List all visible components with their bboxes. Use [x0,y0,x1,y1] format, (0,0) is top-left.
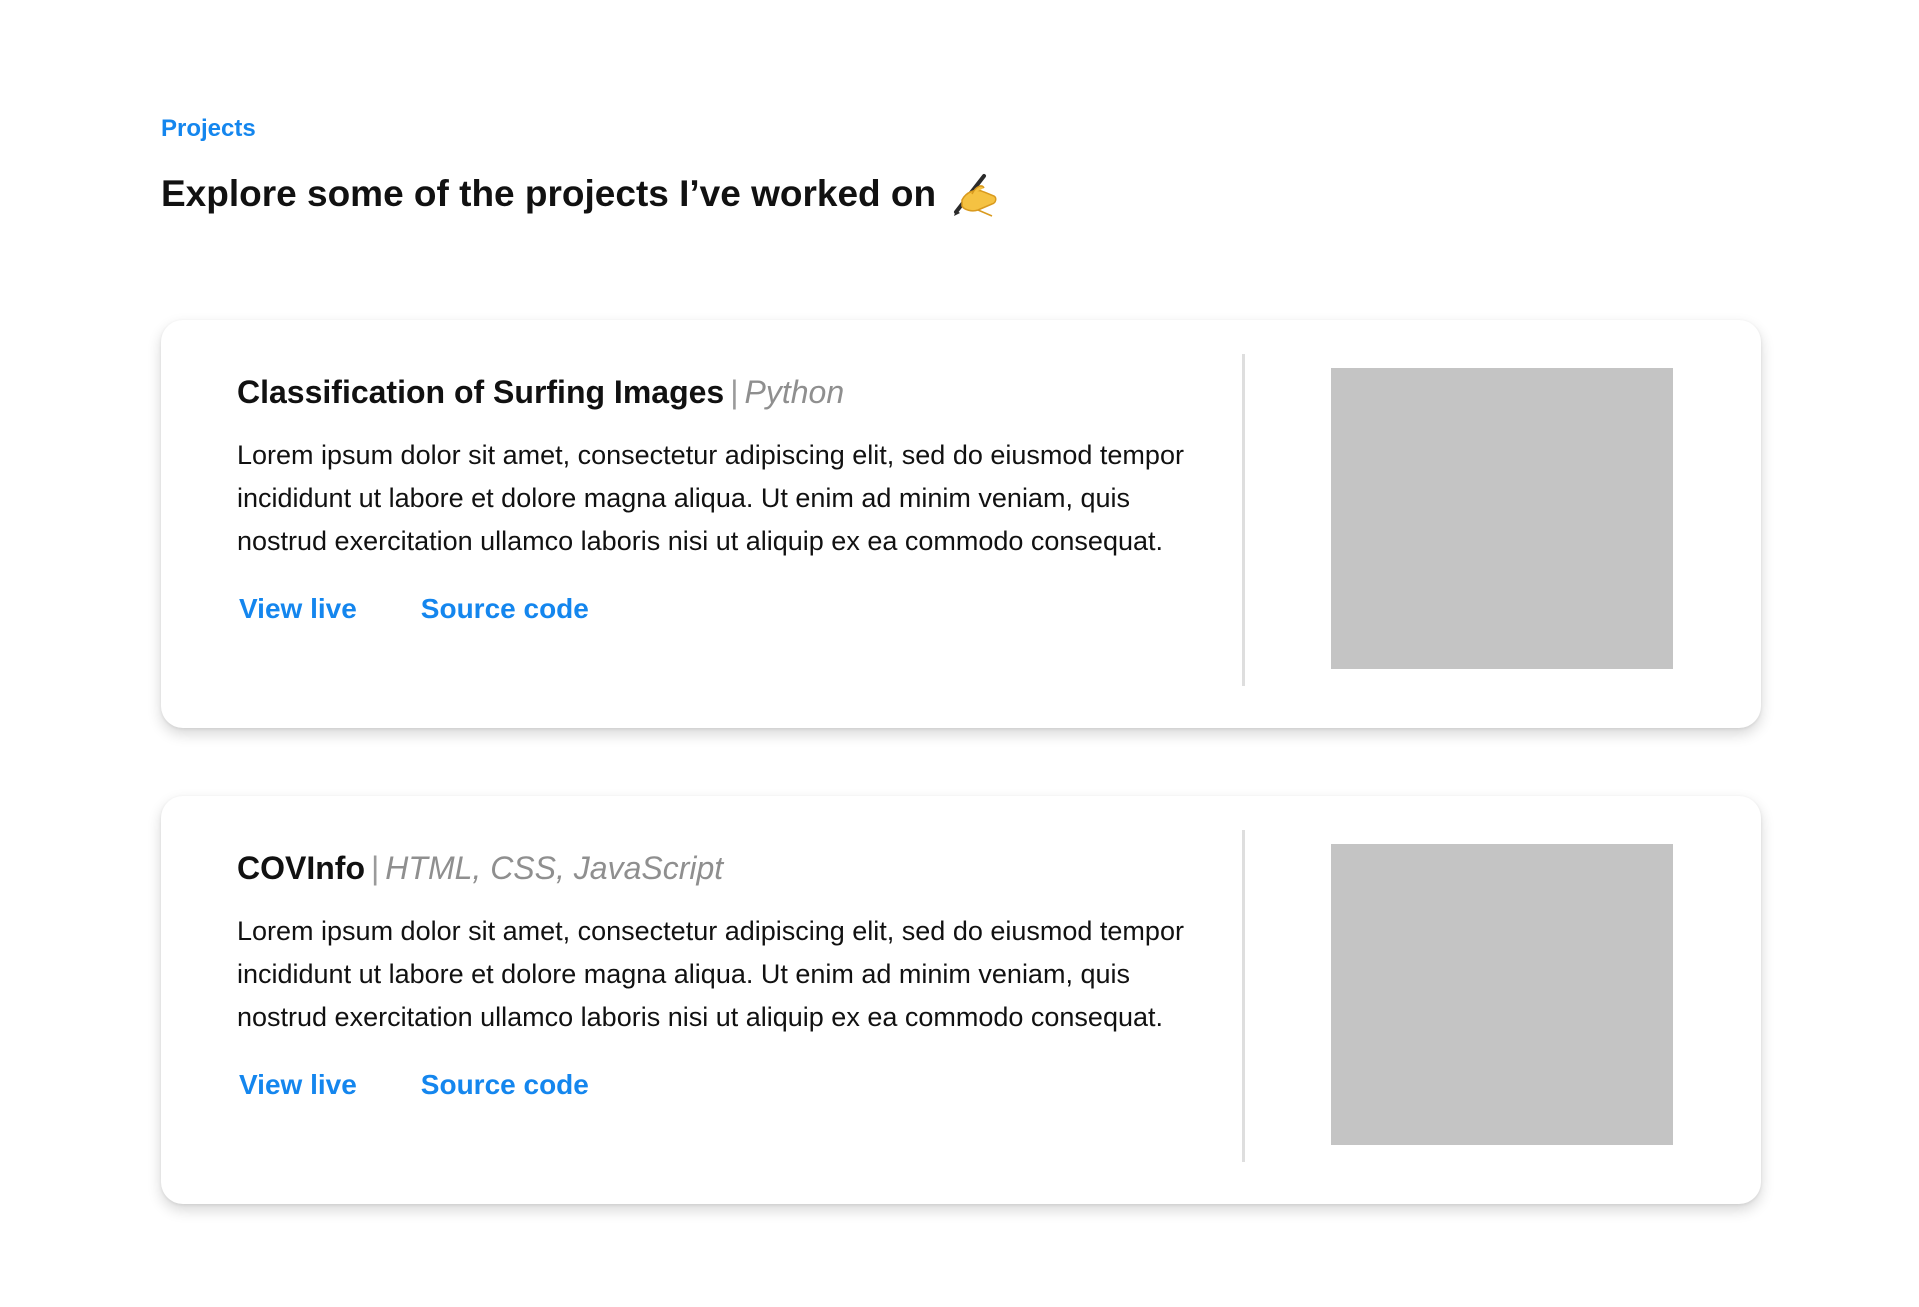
project-tech: HTML, CSS, JavaScript [385,850,724,886]
view-live-link[interactable]: View live [239,589,357,629]
card-divider [1242,354,1245,686]
project-title-row: COVInfo | HTML, CSS, JavaScript [237,846,1187,890]
project-image-placeholder [1331,368,1673,669]
project-image-placeholder [1331,844,1673,1145]
project-card: Classification of Surfing Images | Python … [161,320,1761,728]
project-title-separator: | [730,374,739,410]
source-code-link[interactable]: Source code [421,1065,589,1105]
section-heading-text: Explore some of the projects I’ve worked… [161,173,937,214]
project-title-row: Classification of Surfing Images | Python [237,370,1187,414]
section-label: Projects [161,115,256,142]
project-links: View live Source code [237,1065,1187,1105]
project-title: COVInfo [237,850,365,886]
project-description: Lorem ipsum dolor sit amet, consectetur … [237,440,1184,556]
writing-hand-icon [948,170,998,218]
project-links: View live Source code [237,589,1187,629]
project-title-separator: | [370,850,380,886]
section-heading: Explore some of the projects I’ve worked… [161,168,998,220]
project-card-text: COVInfo | HTML, CSS, JavaScript Lorem ipsu… [237,846,1187,1105]
project-card: COVInfo | HTML, CSS, JavaScript Lorem ipsu… [161,796,1761,1204]
project-tech: Python [744,374,845,410]
project-description: Lorem ipsum dolor sit amet, consectetur … [237,916,1184,1032]
source-code-link[interactable]: Source code [421,589,589,629]
project-title: Classification of Surfing Images [237,374,725,410]
view-live-link[interactable]: View live [239,1065,357,1105]
card-divider [1242,830,1245,1162]
project-card-text: Classification of Surfing Images | Python … [237,370,1187,629]
